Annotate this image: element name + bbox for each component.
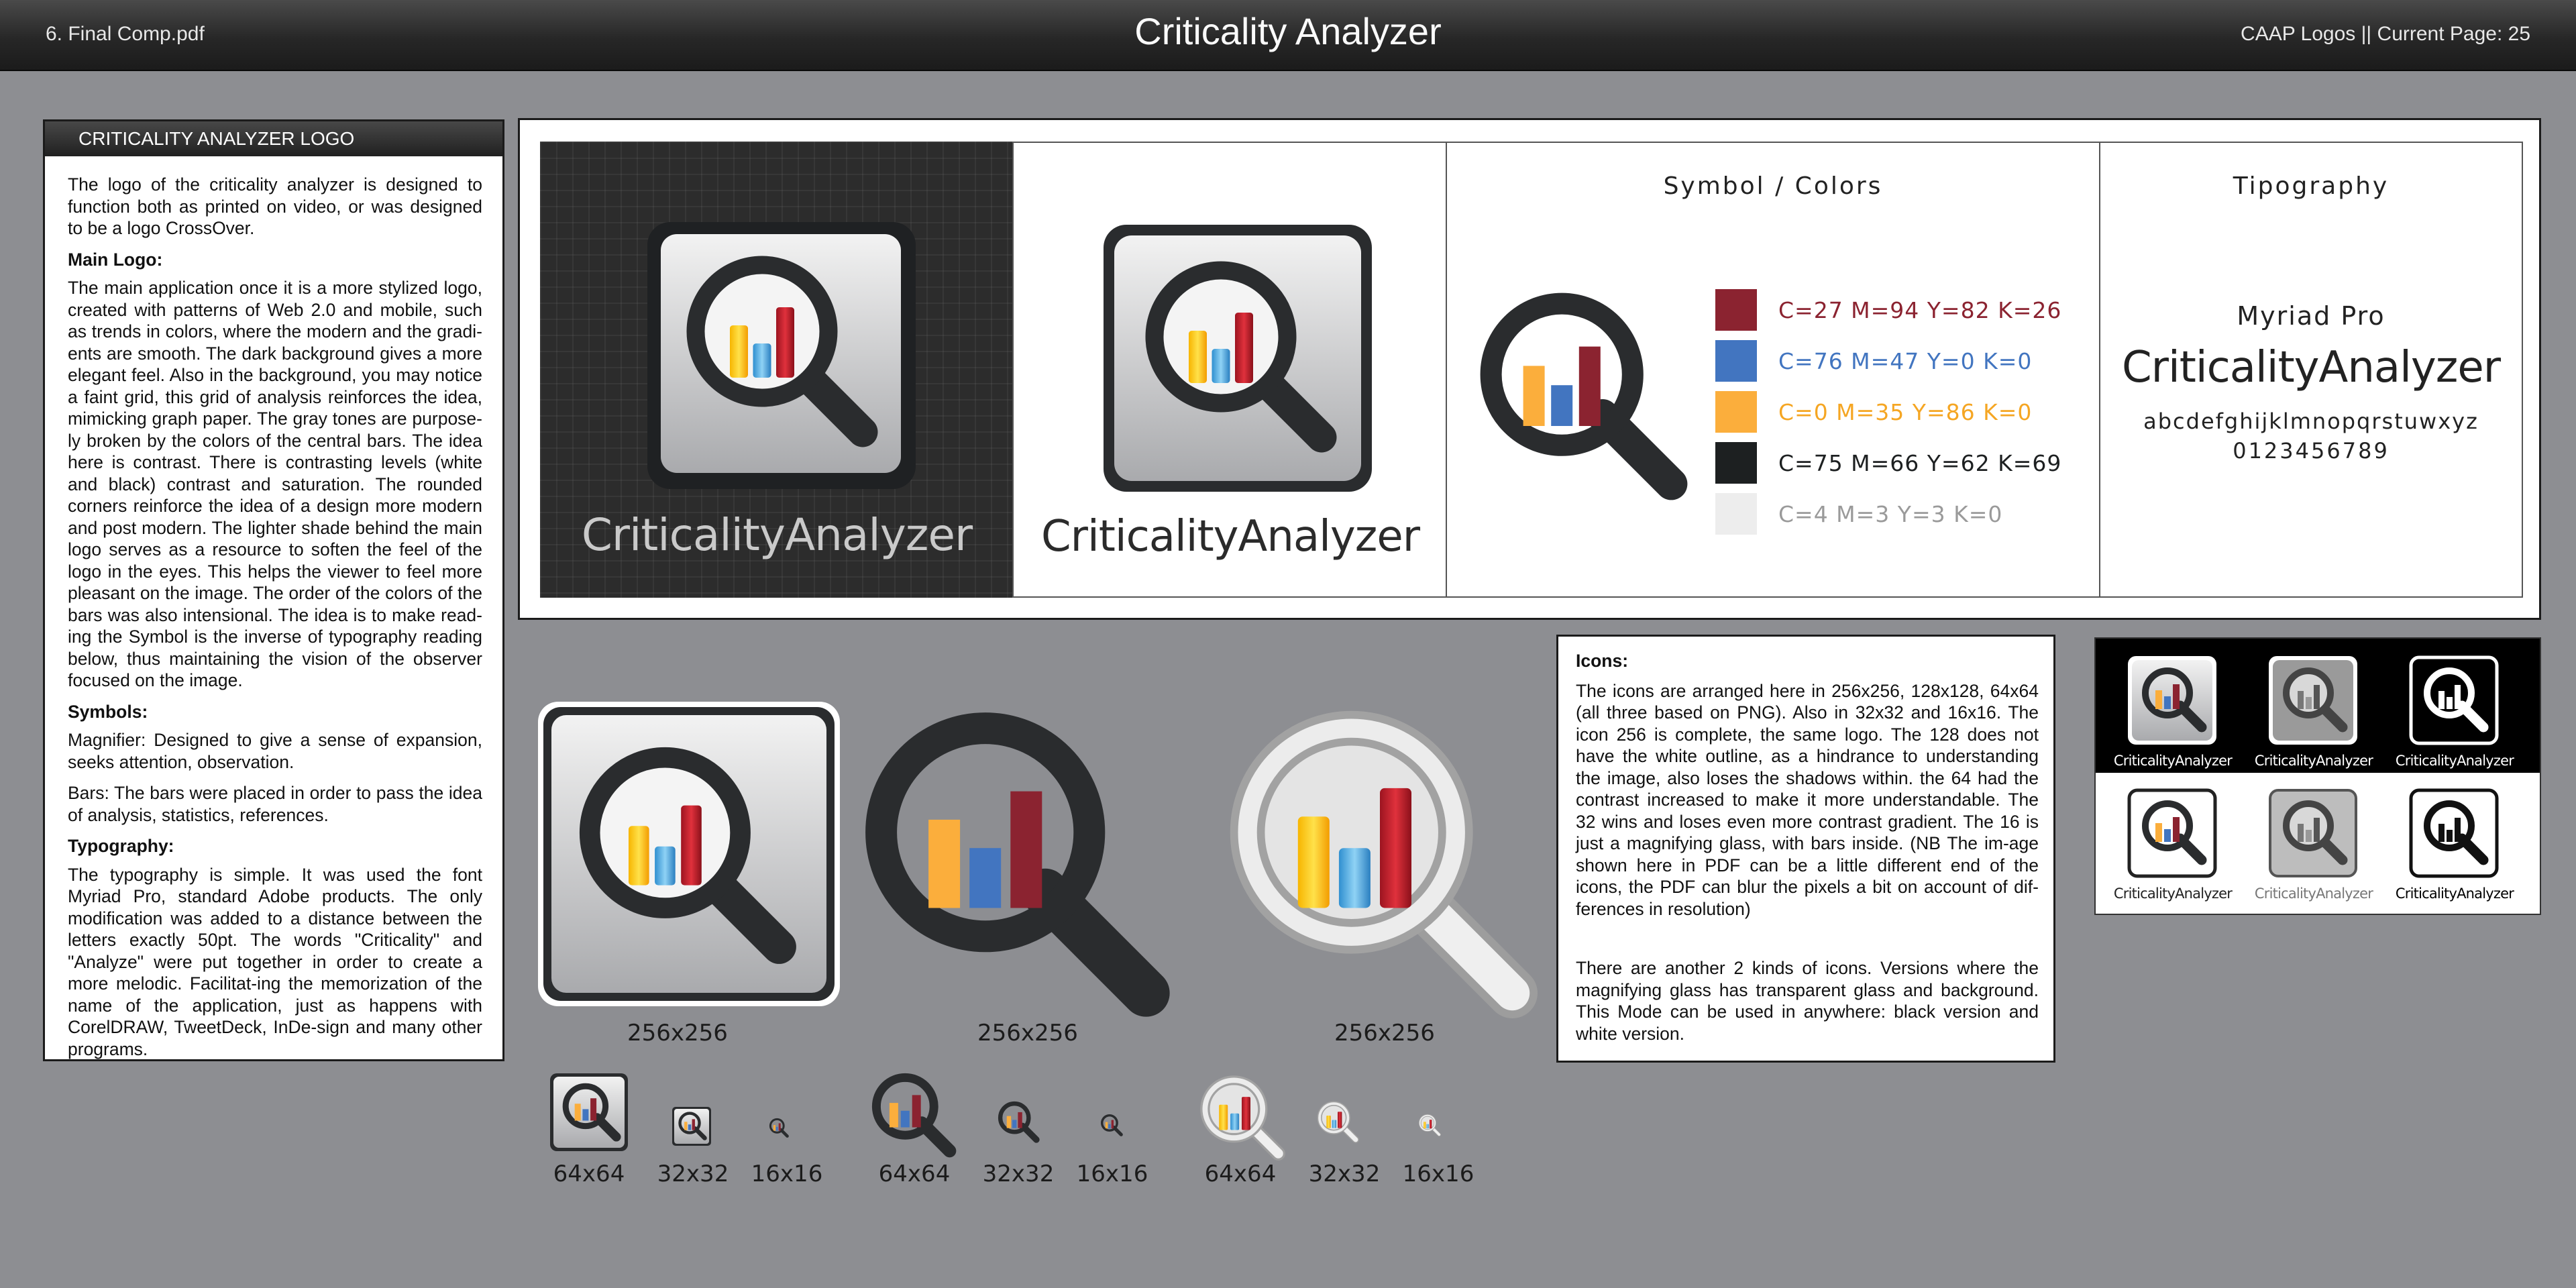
color-swatch: [1715, 391, 1757, 433]
icon-16-tile: [769, 1118, 789, 1138]
variation-caption: CriticalityAnalyzer: [2113, 885, 2233, 902]
size-label: 16x16: [751, 1161, 823, 1187]
size-label: 32x32: [1308, 1161, 1381, 1187]
dark-logo-cell: CriticalityAnalyzer: [540, 142, 1014, 598]
page-info: CAAP Logos || Current Page: 25: [2241, 23, 2530, 45]
variation-caption: CriticalityAnalyzer: [2113, 753, 2233, 769]
icon-32-chrome: [1316, 1100, 1359, 1143]
variation-color-tile-dark: [2128, 656, 2216, 745]
light-logo-cell: CriticalityAnalyzer: [1012, 142, 1447, 598]
color-swatch-label: C=0 M=35 Y=86 K=0: [1778, 399, 2033, 425]
icon-256-chrome-magnifier: [1222, 703, 1538, 1018]
variation-caption: CriticalityAnalyzer: [2395, 753, 2514, 769]
intro-text: The logo of the criticality analyzer is …: [68, 174, 482, 238]
app-icon-dark-bg: [647, 222, 916, 489]
size-label: 64x64: [553, 1161, 625, 1187]
app-title: Criticality Analyzer: [1134, 10, 1442, 52]
icon-32-magnifier: [997, 1100, 1040, 1143]
variation-caption: CriticalityAnalyzer: [2254, 753, 2373, 769]
size-label: 16x16: [1402, 1161, 1474, 1187]
icon-64-magnifier: [869, 1071, 957, 1158]
typography-digits: 0123456789: [2233, 438, 2390, 464]
icon-256-tile: [538, 702, 840, 1006]
variation-gray-tile-dark: [2269, 656, 2357, 745]
symbol-colors-cell: Symbol / Colors C=27 M=94 Y=82 K=26 C=76 …: [1446, 142, 2100, 598]
colors-title: Symbol / Colors: [1663, 172, 1883, 200]
font-name: Myriad Pro: [2237, 301, 2385, 331]
icon-64-chrome: [1198, 1073, 1285, 1161]
bars-text: Bars: The bars were placed in order to p…: [68, 783, 482, 825]
icons-info-panel: Icons: The icons are arranged here in 25…: [1556, 635, 2055, 1063]
icon-16-magnifier: [1100, 1114, 1123, 1136]
variation-color-tile-light: [2127, 788, 2217, 878]
description-panel: CRITICALITY ANALYZER LOGO The logo of th…: [43, 119, 504, 1061]
size-label: 256x256: [977, 1020, 1078, 1046]
icons-heading: Icons:: [1576, 651, 1629, 671]
size-label: 64x64: [878, 1161, 951, 1187]
variation-gray-tile-light: [2269, 789, 2357, 877]
color-swatch-label: C=76 M=47 Y=0 K=0: [1778, 348, 2033, 374]
size-label: 32x32: [657, 1161, 729, 1187]
icon-32-tile: [672, 1107, 711, 1146]
light-logo-wordmark: CriticalityAnalyzer: [1040, 512, 1420, 561]
icon-256-magnifier: [856, 703, 1171, 1018]
typography-cell: Tipography Myriad Pro CriticalityAnalyze…: [2099, 142, 2523, 598]
color-swatch: [1715, 493, 1757, 535]
main-logo-text: The main application once it is a more s…: [68, 278, 482, 690]
symbols-heading: Symbols:: [68, 701, 148, 722]
icons-text-1: The icons are arranged here in 256x256, …: [1576, 680, 2039, 919]
description-body: The logo of the criticality analyzer is …: [68, 174, 482, 1069]
flat-symbol-icon: [1474, 286, 1688, 501]
color-swatch-label: C=4 M=3 Y=3 K=0: [1778, 501, 2003, 527]
variation-caption: CriticalityAnalyzer: [2254, 885, 2373, 902]
typography-heading: Typography:: [68, 836, 174, 856]
title-bar: 6. Final Comp.pdf Criticality Analyzer C…: [0, 0, 2576, 71]
size-label: 32x32: [982, 1161, 1055, 1187]
color-swatch: [1715, 442, 1757, 484]
size-label: 64x64: [1204, 1161, 1277, 1187]
size-label: 16x16: [1076, 1161, 1148, 1187]
typography-text: The typography is simple. It was used th…: [68, 864, 482, 1059]
magnifier-text: Magnifier: Designed to give a sense of e…: [68, 730, 482, 772]
typography-letters: abcdefghijklmnopqrstuwxyz: [2143, 409, 2479, 434]
description-header: CRITICALITY ANALYZER LOGO: [45, 121, 502, 156]
typography-title: Tipography: [2233, 172, 2390, 200]
color-swatch-label: C=75 M=66 Y=62 K=69: [1778, 450, 2062, 476]
typography-wordmark: CriticalityAnalyzer: [2121, 343, 2501, 392]
size-label: 256x256: [1334, 1020, 1435, 1046]
dark-logo-wordmark: CriticalityAnalyzer: [581, 509, 973, 561]
color-swatch: [1715, 340, 1757, 382]
color-swatch-label: C=27 M=94 Y=82 K=26: [1778, 297, 2062, 323]
color-swatch: [1715, 289, 1757, 331]
variation-bw-tile-dark: [2409, 655, 2499, 745]
main-logo-heading: Main Logo:: [68, 249, 163, 270]
size-label: 256x256: [627, 1020, 728, 1046]
icons-info-body: Icons: The icons are arranged here in 25…: [1576, 650, 2039, 1053]
variation-caption: CriticalityAnalyzer: [2395, 885, 2514, 902]
variation-bw-tile-light: [2409, 788, 2499, 878]
icon-variations-panel: CriticalityAnalyzer CriticalityAnalyzer …: [2094, 637, 2541, 915]
logo-showcase-frame: CriticalityAnalyzer CriticalityAnalyzer …: [518, 118, 2541, 620]
icons-text-2: There are another 2 kinds of icons. Vers…: [1576, 958, 2039, 1044]
app-icon-light-bg: [1104, 225, 1372, 492]
icon-16-chrome: [1418, 1114, 1441, 1136]
icon-64-tile: [550, 1073, 628, 1151]
